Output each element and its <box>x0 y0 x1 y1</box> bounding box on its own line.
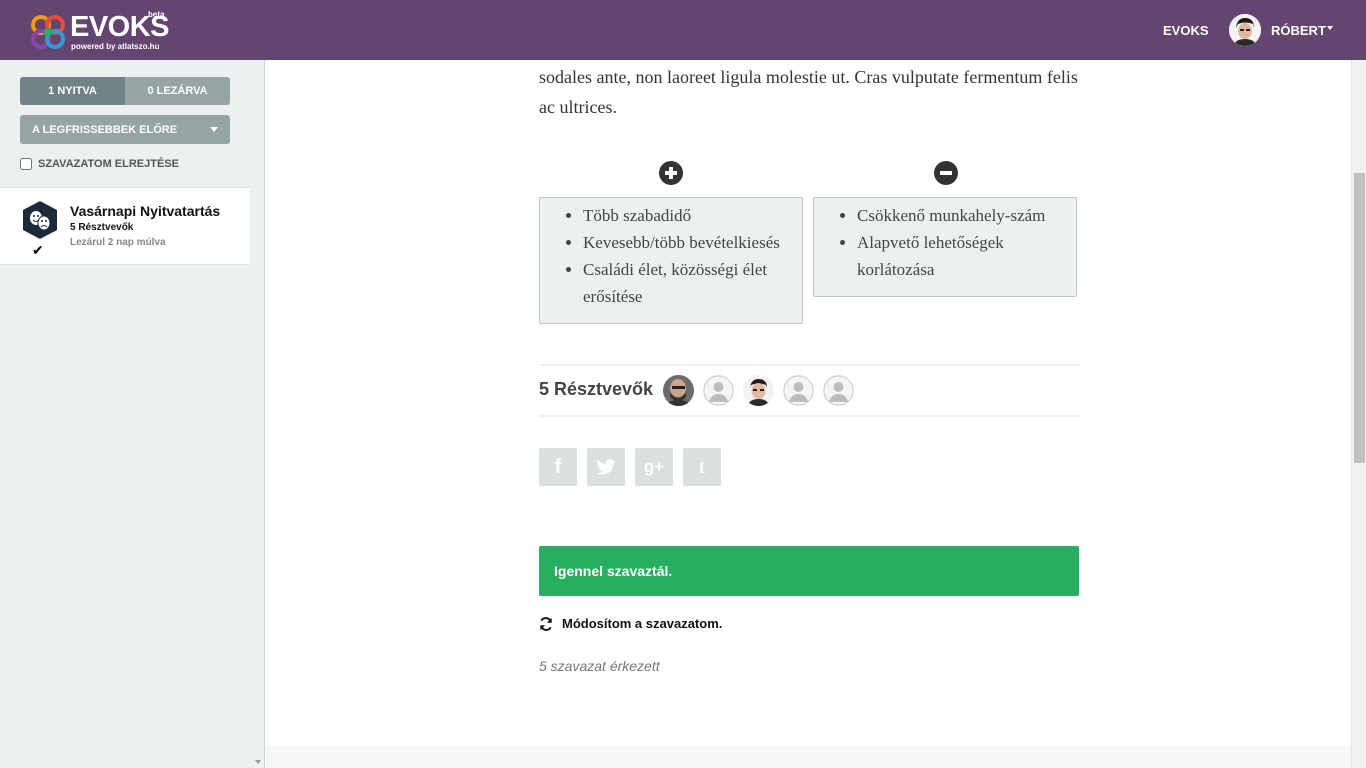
avatar-photo-bald-icon <box>663 375 694 406</box>
voted-alert: Igennel szavaztál. <box>539 546 1079 596</box>
con-item: Csökkenő munkahely-szám <box>857 202 1068 229</box>
tumblr-icon: t <box>698 455 706 478</box>
sidebar: 1 NYITVA 0 LEZÁRVA A LEGFRISSEBBEK ELŐRE… <box>0 60 265 768</box>
hide-vote-label: SZAVAZATOM ELREJTÉSE <box>38 158 179 170</box>
avatar-placeholder-icon <box>703 375 734 406</box>
avatar-placeholder-icon <box>783 375 814 406</box>
participant-avatar[interactable] <box>663 375 694 406</box>
user-avatar-photo-icon <box>1229 14 1261 46</box>
poll-closes: Lezárul 2 nap múlva <box>70 237 166 248</box>
divider <box>539 364 1079 366</box>
sort-dropdown[interactable]: A LEGFRISSEBBEK ELŐRE <box>20 115 230 144</box>
tumblr-share-button[interactable]: t <box>683 448 721 486</box>
nav-link-evoks[interactable]: EVOKS <box>1163 23 1209 38</box>
cons-box: Csökkenő munkahely-szám Alapvető lehetős… <box>813 197 1077 297</box>
evoks-logo[interactable]: EVOKS beta powered by atlatszo.hu <box>30 10 170 52</box>
voted-message: Igennel szavaztál. <box>554 563 673 579</box>
scroll-thumb[interactable] <box>1354 173 1365 463</box>
footer-strip <box>266 746 1351 768</box>
user-avatar[interactable] <box>1229 14 1261 46</box>
hide-vote-toggle[interactable]: SZAVAZATOM ELREJTÉSE <box>20 158 179 170</box>
con-item: Alapvető lehetőségek korlátozása <box>857 229 1068 283</box>
sidebar-scroll-down-icon[interactable] <box>255 760 261 764</box>
participant-avatar[interactable] <box>783 375 814 406</box>
poll-status-tabs: 1 NYITVA 0 LEZÁRVA <box>20 77 230 105</box>
participants-label: 5 Résztvevők <box>539 379 654 399</box>
hide-vote-checkbox[interactable] <box>20 158 32 170</box>
pros-box: Több szabadidő Kevesebb/több bevételkies… <box>539 197 803 324</box>
tab-open[interactable]: 1 NYITVA <box>20 77 125 105</box>
top-navbar: EVOKS beta powered by atlatszo.hu EVOKS … <box>0 0 1366 60</box>
pro-item: Családi élet, közösségi élet erősítése <box>583 256 794 310</box>
logo-subtitle: powered by atlatszo.hu <box>71 42 160 51</box>
poll-participants: 5 Résztvevők <box>70 222 134 233</box>
refresh-icon <box>540 616 552 631</box>
poll-list-item[interactable]: ✔ Vasárnapi Nyitvatartás 5 Résztvevők Le… <box>0 187 250 265</box>
logo-beta: beta <box>148 10 165 19</box>
tab-closed[interactable]: 0 LEZÁRVA <box>125 77 230 105</box>
theater-masks-icon <box>23 201 57 239</box>
pro-item: Kevesebb/több bevételkiesés <box>583 229 794 256</box>
participant-avatar[interactable] <box>703 375 734 406</box>
avatar-placeholder-icon <box>823 375 854 406</box>
facebook-icon: f <box>554 455 562 478</box>
minus-circle-icon <box>934 161 958 185</box>
plus-circle-icon <box>659 161 683 185</box>
main-content <box>266 60 1351 768</box>
google-plus-icon: g+ <box>643 457 665 476</box>
pro-item: Több szabadidő <box>583 202 794 229</box>
chevron-down-icon <box>210 127 218 132</box>
poll-description: sodales ante, non laoreet ligula molesti… <box>539 67 1078 117</box>
twitter-icon <box>596 459 616 475</box>
sort-dropdown-label: A LEGFRISSEBBEK ELŐRE <box>32 123 178 136</box>
user-menu-caret-icon[interactable] <box>1327 26 1333 30</box>
poll-title: Vasárnapi Nyitvatartás <box>70 203 221 219</box>
main-scrollbar[interactable] <box>1351 60 1366 768</box>
vote-count: 5 szavazat érkezett <box>539 658 660 674</box>
change-vote-label: Módosítom a szavazatom. <box>562 616 723 631</box>
user-menu[interactable]: RÓBERT <box>1271 23 1326 38</box>
participant-avatar[interactable] <box>743 375 774 406</box>
divider <box>539 415 1079 417</box>
avatar-photo-robert-icon <box>743 375 774 406</box>
twitter-share-button[interactable] <box>587 448 625 486</box>
facebook-share-button[interactable]: f <box>539 448 577 486</box>
participant-avatar[interactable] <box>823 375 854 406</box>
voted-check-icon: ✔ <box>32 242 44 258</box>
google-plus-share-button[interactable]: g+ <box>635 448 673 486</box>
change-vote-link[interactable]: Módosítom a szavazatom. <box>539 616 722 631</box>
logo-mark-icon <box>31 15 65 49</box>
